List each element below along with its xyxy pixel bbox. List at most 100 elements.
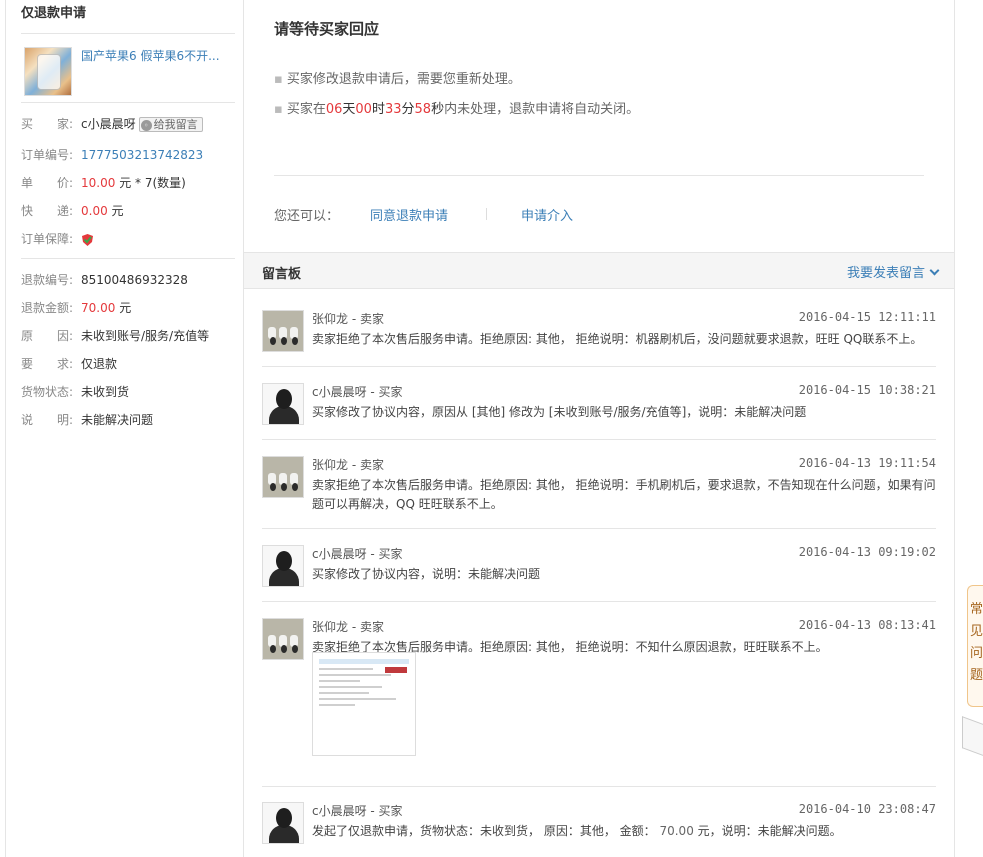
countdown-seconds: 58 [414,102,432,117]
status-title: 请等待买家回应 [274,20,380,38]
message-time: 2016-04-10 23:08:47 [798,802,936,816]
order-number-row: 订单编号: 1777503213742823 [21,146,203,164]
buyer-avatar[interactable] [262,802,304,844]
message-author: 张仰龙 - 卖家 [312,458,384,472]
reason-row: 原 因: 未收到账号/服务/充值等 [21,327,209,345]
status-note-text: 买家修改退款申请后，需要您重新处理。 [286,72,521,87]
message-attachment-image[interactable] [312,652,416,756]
faq-char: 见 [970,624,983,639]
divider [486,208,487,220]
unit-price-row: 单 价: 10.00 元 * 7(数量) [21,174,186,192]
message-amount: 70.00 [659,824,694,838]
unit-price-label: 单 价: [21,176,74,190]
countdown-days-unit: 天 [342,102,356,117]
message-author: c小晨晨呀 - 买家 [312,385,403,399]
countdown-note: ▪ 买家在06天00时33分58秒内未处理，退款申请将自动关闭。 [274,102,640,117]
unit-price-suffix: 元 * 7(数量) [119,176,186,190]
refund-number-label: 退款编号: [21,273,74,287]
request-row: 要 求: 仅退款 [21,355,117,373]
seller-avatar[interactable] [262,456,304,498]
post-message-label: 我要发表留言 [846,266,925,281]
refund-amount-label: 退款金额: [21,301,74,315]
message-author: 张仰龙 - 卖家 [312,620,384,634]
refund-amount-row: 退款金额: 70.00 元 [21,299,131,317]
countdown-seconds-unit: 秒 [431,102,445,117]
message-text: 卖家拒绝了本次售后服务申请。拒绝原因: 其他， 拒绝说明：机器刷机后，没问题就要… [312,332,923,346]
unit-price-value: 10.00 [81,176,116,190]
message-text-post: 元，说明：未能解决问题。 [697,824,842,838]
chevron-down-icon [929,265,940,276]
message-text-pre: 发起了仅退款申请，货物状态：未收到货， 原因：其他， 金额： [312,824,656,838]
status-note: ▪ 买家修改退款申请后，需要您重新处理。 [274,72,521,87]
message-time: 2016-04-13 09:19:02 [798,545,936,559]
guarantee-row: 订单保障: [21,230,94,248]
panel-title: 仅退款申请 [21,6,87,21]
shipping-label: 快 递: [21,204,74,218]
order-number-label: 订单编号: [21,148,74,162]
divider [262,439,936,440]
divider [21,102,235,103]
goods-status-label: 货物状态: [21,385,74,399]
divider [21,258,235,259]
reason-label: 原 因: [21,329,74,343]
leave-message-button[interactable]: ◦ 给我留言 [138,117,203,132]
countdown-hours-unit: 时 [371,102,385,117]
reason-value: 未收到账号/服务/充值等 [81,329,210,343]
divider [21,33,235,34]
message-text: 买家修改了协议内容，说明：未能解决问题 [312,567,541,581]
countdown-minutes-unit: 分 [401,102,415,117]
countdown-minutes: 33 [384,102,402,117]
shield-icon[interactable] [81,233,94,247]
buyer-row: 买 家: c小晨晨呀 ◦ 给我留言 [21,115,203,133]
note-value: 未能解决问题 [81,413,154,427]
faq-float-tab[interactable]: 常 见 问 题 [967,585,983,707]
seller-avatar[interactable] [262,310,304,352]
message-author: c小晨晨呀 - 买家 [312,804,403,818]
note-label: 说 明: [21,413,74,427]
float-widget-tail [962,716,983,756]
message-icon: ◦ [140,119,152,131]
order-number-link[interactable]: 1777503213742823 [81,148,203,162]
countdown-days: 06 [325,102,343,117]
divider [262,601,936,602]
divider [274,175,924,176]
faq-char: 问 [970,646,983,661]
refund-amount-suffix: 元 [119,301,132,315]
message-text: 买家修改了协议内容，原因从 [其他] 修改为 [未收到账号/服务/充值等]，说明… [312,405,807,419]
buyer-avatar[interactable] [262,383,304,425]
goods-status-value: 未收到货 [81,385,130,399]
countdown-suffix: 内未处理，退款申请将自动关闭。 [444,102,640,117]
divider [262,366,936,367]
leave-message-label: 给我留言 [153,118,198,131]
request-label: 要 求: [21,357,74,371]
post-message-button[interactable]: 我要发表留言 [846,262,940,281]
product-link[interactable]: 国产苹果6 假苹果6不开... [81,47,220,64]
message-board-header: 留言板 我要发表留言 [244,252,954,289]
message-board-title: 留言板 [262,267,302,282]
faq-char: 常 [970,602,983,617]
shipping-suffix: 元 [111,204,124,218]
buyer-label: 买 家: [21,117,74,131]
refund-amount-value: 70.00 [81,301,116,315]
buyer-avatar[interactable] [262,545,304,587]
message-author: c小晨晨呀 - 买家 [312,547,403,561]
refund-status-panel: 请等待买家回应 ▪ 买家修改退款申请后，需要您重新处理。 ▪ 买家在06天00时33… [244,0,955,857]
order-info-panel: 仅退款申请 国产苹果6 假苹果6不开... 买 家: c小晨晨呀 ◦ 给我留言 订单编… [5,0,244,857]
refund-number-row: 退款编号: 85100486932328 [21,271,188,289]
goods-status-row: 货物状态: 未收到货 [21,383,129,401]
divider [262,528,936,529]
request-intervention-link[interactable]: 申请介入 [521,205,573,224]
seller-avatar[interactable] [262,618,304,660]
agree-refund-link[interactable]: 同意退款申请 [370,205,448,224]
request-value: 仅退款 [81,357,118,371]
message-time: 2016-04-15 10:38:21 [798,383,936,397]
faq-char: 题 [970,668,983,683]
shipping-value: 0.00 [81,204,108,218]
message-time: 2016-04-13 08:13:41 [798,618,936,632]
guarantee-label: 订单保障: [21,232,74,246]
countdown-prefix: 买家在 [286,102,326,117]
product-thumbnail[interactable] [24,47,72,96]
message-text: 卖家拒绝了本次售后服务申请。拒绝原因: 其他， 拒绝说明：手机刷机后，要求退款，… [312,478,936,511]
message-author: 张仰龙 - 卖家 [312,312,384,326]
note-row: 说 明: 未能解决问题 [21,411,153,429]
